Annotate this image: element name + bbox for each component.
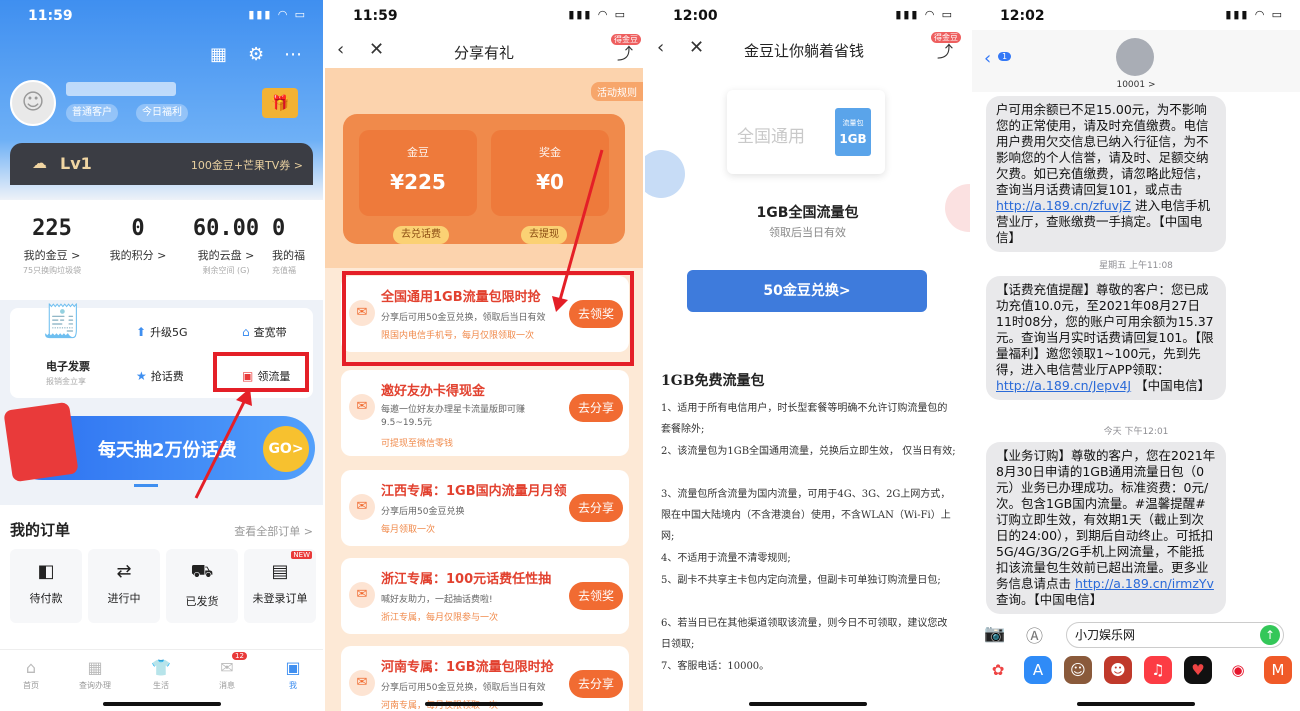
- pack-size: 1GB: [839, 132, 867, 146]
- message-link[interactable]: http://a.189.cn/Jepv4J: [996, 378, 1131, 393]
- message-bubble: 【话费充值提醒】尊敬的客户：您已成功充值10.0元，至2021年08月27日 1…: [986, 276, 1226, 400]
- signal-wifi-battery-icon: ▮▮▮ ◠ ▭: [1225, 8, 1284, 21]
- home-indicator: [1077, 702, 1195, 706]
- status-bar: 12:02 ▮▮▮ ◠ ▭: [972, 0, 1300, 32]
- camera-icon[interactable]: 📷: [984, 624, 1005, 644]
- weibo-app-icon[interactable]: ◉: [1224, 656, 1252, 684]
- message-link[interactable]: http://a.189.cn/irmzYv: [1075, 576, 1214, 591]
- product-placeholder: 全国通用: [737, 127, 805, 147]
- message-input-text: 小刀娱乐网: [1075, 628, 1136, 642]
- panel-sms-thread: 12:02 ▮▮▮ ◠ ▭ ‹ 1 10001 > 户可用余额已不足15.00元，…: [972, 0, 1300, 711]
- message-timestamp: 今天 下午12:01: [1103, 427, 1169, 437]
- product-card: 全国通用 流量包 1GB: [727, 90, 885, 174]
- page-title: 金豆让你躺着省钱: [743, 42, 864, 60]
- rule-item: 7、客服电话：10000。: [661, 661, 770, 672]
- share-badge: 得金豆: [931, 32, 961, 43]
- nav-bar: ‹ ✕ 金豆让你躺着省钱 ⤴ 得金豆: [645, 32, 963, 72]
- send-icon[interactable]: ↑: [1260, 625, 1280, 645]
- product-desc: 领取后当日有效: [769, 226, 846, 239]
- digital-touch-icon[interactable]: ♥: [1184, 656, 1212, 684]
- message-bubble: 户可用余额已不足15.00元，为不影响您的正常使用，请及时充值缴费。电信用户费用…: [986, 96, 1226, 252]
- status-time: 12:00: [673, 8, 718, 24]
- message-text: 【中国电信】: [1131, 378, 1211, 393]
- arrow-line: [194, 397, 248, 499]
- signal-wifi-battery-icon: ▮▮▮ ◠ ▭: [895, 8, 954, 21]
- music-app-icon[interactable]: ♫: [1144, 656, 1172, 684]
- contact-avatar[interactable]: [1116, 38, 1154, 76]
- message-bubble: 【业务订购】尊敬的客户，您在2021年8月30日申请的1GB通用流量日包（0元）…: [986, 442, 1226, 614]
- message-input[interactable]: 小刀娱乐网 ↑: [1066, 622, 1284, 648]
- message-link[interactable]: http://a.189.cn/zfuvjZ: [996, 198, 1131, 213]
- memoji-stickers-icon[interactable]: ☻: [1104, 656, 1132, 684]
- rule-item: 4、不适用于流量不清零规则;: [661, 553, 791, 564]
- message-text: 户可用余额已不足15.00元，为不影响您的正常使用，请及时充值缴费。电信用户费用…: [996, 102, 1209, 197]
- message-text: 查询。【中国电信】: [996, 592, 1103, 607]
- rule-item: 2、该流量包为1GB全国通用流量，兑换后立即生效， 仅当日有效;: [661, 446, 956, 457]
- rule-item: 1、适用于所有电信用户，时长型套餐等明确不允许订购流量包的套餐除外;: [661, 403, 948, 435]
- pack-label: 流量包: [842, 119, 864, 127]
- arrow-head: [552, 296, 568, 312]
- back-icon[interactable]: ‹: [984, 48, 991, 69]
- data-pack-icon: 流量包 1GB: [835, 108, 871, 156]
- product-name: 1GB全国流量包: [756, 205, 859, 221]
- message-text: 【业务订购】尊敬的客户，您在2021年8月30日申请的1GB通用流量日包（0元）…: [996, 448, 1216, 591]
- app-store-app-icon[interactable]: A: [1024, 656, 1052, 684]
- exchange-button[interactable]: 50金豆兑换>: [687, 270, 927, 312]
- imessage-app-bar: ✿ A ☺ ☻ ♫ ♥ ◉ M: [972, 650, 1300, 686]
- decor-circle: [645, 150, 685, 198]
- more-app-icon[interactable]: M: [1264, 656, 1292, 684]
- contact-number[interactable]: 10001 >: [972, 80, 1300, 90]
- arrow-line: [558, 149, 604, 301]
- app-store-icon[interactable]: Ⓐ: [1026, 622, 1043, 647]
- status-bar: 12:00 ▮▮▮ ◠ ▭: [645, 0, 970, 32]
- message-timestamp: 星期五 上午11:08: [1099, 261, 1173, 271]
- photos-app-icon[interactable]: ✿: [984, 656, 1012, 684]
- rule-item: 6、若当日已在其他渠道领取该流量，则今日不可领取，建议您改日领取;: [661, 618, 948, 650]
- memoji-app-icon[interactable]: ☺: [1064, 656, 1092, 684]
- status-time: 12:02: [1000, 8, 1045, 24]
- rule-item: 5、副卡不共享主卡包内定向流量，但副卡可单独订购流量日包;: [661, 575, 941, 586]
- compose-row: 📷 Ⓐ 小刀娱乐网 ↑: [972, 620, 1300, 650]
- conversation-header: ‹ 1 10001 >: [972, 30, 1300, 92]
- rule-item: 3、流量包所含流量为国内流量，可用于4G、3G、2G上网方式，限在中国大陆境内（…: [661, 489, 951, 542]
- unread-badge: 1: [998, 52, 1012, 61]
- message-text: 【话费充值提醒】尊敬的客户：您已成功充值10.0元，至2021年08月27日 1…: [996, 282, 1214, 377]
- home-indicator: [748, 702, 867, 706]
- rules-heading: 1GB免费流量包: [661, 373, 765, 389]
- panel-gold-bean-exchange: 12:00 ▮▮▮ ◠ ▭ ‹ ✕ 金豆让你躺着省钱 ⤴ 得金豆 全国通用 流量包…: [645, 0, 970, 711]
